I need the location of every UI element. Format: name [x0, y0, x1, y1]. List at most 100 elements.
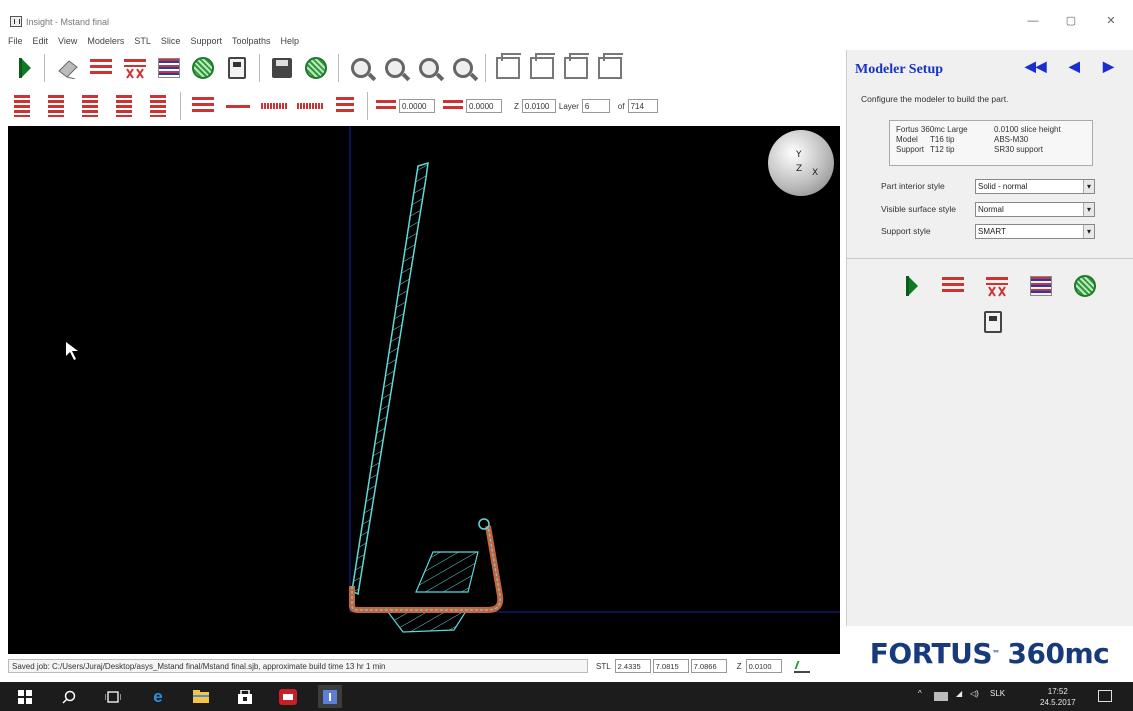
last-layer-button[interactable]: [42, 92, 70, 120]
orientation-indicator[interactable]: Y Z X: [768, 130, 834, 196]
offset-start-field[interactable]: 0.0000: [399, 99, 435, 113]
zoom-in-button[interactable]: [347, 54, 375, 82]
part-rib: [351, 161, 429, 596]
stl-label: STL: [596, 661, 611, 671]
zoom-out-button[interactable]: [415, 54, 443, 82]
panel-pack-button[interactable]: [1071, 272, 1099, 300]
stl-icon: [58, 60, 78, 79]
visible-surface-select[interactable]: Normal: [975, 201, 1095, 217]
support-style-select[interactable]: SMART: [975, 223, 1095, 239]
bracket-style-button[interactable]: [331, 92, 359, 120]
goto-layer-button[interactable]: [144, 92, 172, 120]
nav-next-button[interactable]: ▶: [1103, 58, 1114, 75]
support-material: SR30 support: [994, 145, 1043, 154]
minimize-button[interactable]: —: [1022, 14, 1044, 28]
panel-support-button[interactable]: [983, 272, 1011, 300]
part-interior-select[interactable]: Solid - normal: [975, 178, 1095, 194]
layer-up-icon: [82, 95, 98, 117]
model-tip: T16 tip: [930, 135, 955, 144]
close-button[interactable]: ✕: [1100, 14, 1122, 28]
menu-view[interactable]: View: [58, 34, 77, 48]
zoom-window-icon: [385, 58, 405, 78]
clock[interactable]: 17:52 24.5.2017: [1040, 686, 1076, 708]
first-layer-button[interactable]: [8, 92, 36, 120]
menu-stl[interactable]: STL: [134, 34, 151, 48]
line-style-button[interactable]: [223, 92, 253, 120]
offset-end-field[interactable]: 0.0000: [466, 99, 502, 113]
menu-toolpaths[interactable]: Toolpaths: [232, 34, 271, 48]
save-pack-button[interactable]: [302, 54, 330, 82]
z-field[interactable]: 0.0100: [521, 99, 556, 113]
panel-icon-row: [895, 272, 1105, 300]
menu-bar: File Edit View Modelers STL Slice Suppor…: [8, 34, 299, 48]
pack-icon: [1074, 275, 1096, 297]
explorer-button[interactable]: [192, 688, 210, 705]
network-icon[interactable]: ◢: [956, 689, 962, 698]
save-icon: [272, 58, 292, 78]
model-label: Model: [896, 135, 918, 144]
orient-y-label: Y: [796, 150, 802, 160]
notification-icon[interactable]: [1098, 690, 1112, 702]
panel-modeler-button[interactable]: [979, 308, 1007, 336]
search-button[interactable]: [60, 688, 78, 705]
panel-setup-button[interactable]: [895, 272, 923, 300]
flag-icon: [905, 276, 918, 296]
panel-toolpath-button[interactable]: [1027, 272, 1055, 300]
modeler-button[interactable]: [223, 54, 251, 82]
view-iso-button[interactable]: [596, 53, 624, 82]
modeler-setup-button[interactable]: [8, 54, 36, 82]
curve-style-button[interactable]: [189, 92, 217, 120]
dashed-style-button[interactable]: [295, 92, 325, 120]
menu-slice[interactable]: Slice: [161, 34, 181, 48]
zoom-fit-icon: [453, 58, 473, 78]
edge-button[interactable]: e: [148, 687, 168, 706]
visible-surface-label: Visible surface style: [881, 204, 956, 214]
toolbar-separator: [485, 54, 486, 82]
brand-trademark: ™: [992, 649, 1000, 658]
layer-down-button[interactable]: [110, 92, 138, 120]
goto-layer-icon: [150, 95, 166, 117]
nav-first-button[interactable]: ◀◀: [1025, 58, 1047, 75]
modeler-icon: [228, 57, 246, 79]
stl-button[interactable]: [53, 54, 81, 82]
menu-edit[interactable]: Edit: [33, 34, 49, 48]
info-row-model: Model T16 tip ABS-M30: [896, 135, 1086, 145]
task-view-button[interactable]: [104, 688, 122, 705]
menu-support[interactable]: Support: [190, 34, 222, 48]
nav-prev-button[interactable]: ◀: [1069, 58, 1080, 75]
language-indicator[interactable]: SLK: [990, 689, 1005, 698]
build-icon[interactable]: [793, 659, 810, 673]
model-canvas[interactable]: [8, 126, 840, 654]
support-button[interactable]: [121, 54, 149, 82]
tray-expand-icon[interactable]: ^: [918, 689, 922, 698]
toolbar-separator: [367, 92, 368, 120]
save-button[interactable]: [268, 54, 296, 82]
toolpath-button[interactable]: [155, 54, 183, 82]
view-front-button[interactable]: [494, 53, 522, 82]
menu-modelers[interactable]: Modelers: [87, 34, 124, 48]
dotted-style-button[interactable]: [259, 92, 289, 120]
app-taskbar-button[interactable]: [278, 688, 298, 705]
layer-down-icon: [116, 95, 132, 117]
store-button[interactable]: [236, 688, 254, 705]
volume-icon[interactable]: ◁): [970, 689, 979, 698]
menu-file[interactable]: File: [8, 34, 23, 48]
view-side-button[interactable]: [562, 53, 590, 82]
layer-up-button[interactable]: [76, 92, 104, 120]
zoom-fit-button[interactable]: [449, 54, 477, 82]
pack-button[interactable]: [189, 54, 217, 82]
panel-slice-button[interactable]: [939, 272, 967, 300]
curve-style-icon: [192, 97, 214, 115]
layer-field[interactable]: 6: [581, 99, 610, 113]
orient-x-label: X: [812, 168, 819, 178]
zoom-window-button[interactable]: [381, 54, 409, 82]
modeler-info-box: Fortus 360mc Large 0.0100 slice height M…: [889, 120, 1093, 166]
maximize-button[interactable]: ▢: [1060, 14, 1082, 28]
slice-button[interactable]: [87, 54, 115, 82]
model-viewport[interactable]: Y Z X: [8, 126, 840, 654]
menu-help[interactable]: Help: [281, 34, 300, 48]
view-top-button[interactable]: [528, 53, 556, 82]
battery-icon[interactable]: [934, 692, 948, 701]
insight-taskbar-button[interactable]: [318, 685, 342, 708]
start-button[interactable]: [16, 688, 34, 705]
